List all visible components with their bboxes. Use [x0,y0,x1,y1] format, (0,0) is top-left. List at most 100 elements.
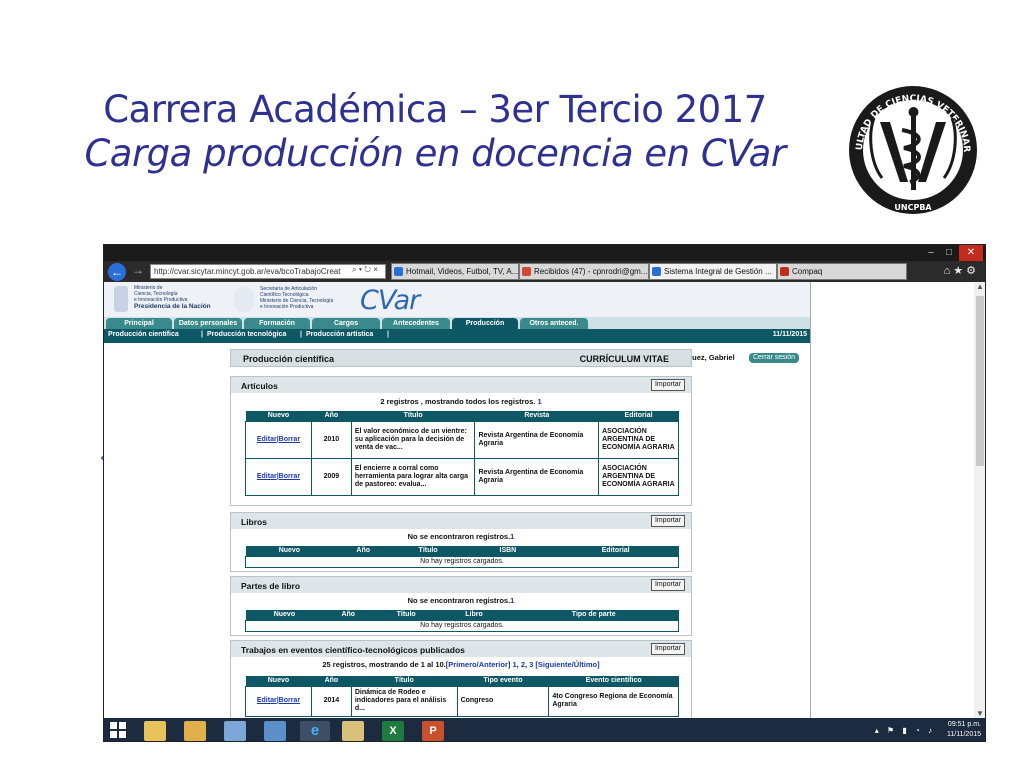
delete-link[interactable]: Borrar [279,697,300,704]
summary-text: No se encontraron registros. [407,532,511,541]
search-icon[interactable]: ⌕ ▾ ↻ × [352,265,378,275]
section-partes-de-libro: Partes de libro Importar No se encontrar… [230,576,692,636]
menu-tab-antecedentes[interactable]: Antecedentes [382,318,450,329]
submenu-separator: | [300,331,302,338]
table-row: Editar|Borrar 2014 Dinámica de Rodeo e i… [245,685,679,717]
pager-page-1[interactable]: 1 [512,660,516,669]
col-header-revista[interactable]: Revista [474,411,599,421]
col-header-ano[interactable]: Año [311,676,352,686]
pager-page-3[interactable]: 3 [529,660,533,669]
logout-button[interactable]: Cerrar sesión [749,353,800,363]
notes-icon[interactable] [224,721,246,741]
submenu-produccion-cientifica[interactable]: Producción científica [108,331,179,338]
menu-tab-otros-anteced[interactable]: Otros anteced. [520,318,588,329]
scroll-thumb[interactable] [976,296,984,466]
cvar-logo[interactable]: CVar [360,285,420,316]
col-header-nuevo[interactable]: Nuevo [245,411,312,421]
col-header-tipo-evento[interactable]: Tipo evento [457,676,549,686]
back-button[interactable]: ← [108,263,126,281]
col-header-tipo-de-parte[interactable]: Tipo de parte [508,610,679,620]
forward-button[interactable]: → [132,263,144,277]
delete-link[interactable]: Borrar [279,473,300,480]
windows-start-icon[interactable] [110,722,127,739]
cell-title: Dinámica de Rodeo e indicadores para el … [350,685,458,717]
col-header-editorial[interactable]: Editorial [552,546,679,556]
excel-icon[interactable]: X [382,721,404,741]
pager-first[interactable]: Primero [448,660,476,669]
page-link[interactable]: 1 [537,397,541,406]
cell-publisher: ASOCIACIÓN ARGENTINA DE ECONOMÍA AGRARIA [598,457,679,496]
scroll-down-icon[interactable]: ▼ [974,709,985,718]
col-header-titulo[interactable]: Título [373,610,440,620]
pager-last[interactable]: Último [574,660,597,669]
main-menu: Principal Datos personales Formación Car… [104,317,810,363]
menu-tab-datos-personales[interactable]: Datos personales [174,318,242,329]
col-header-titulo[interactable]: Título [351,676,458,686]
archive-icon[interactable] [342,721,364,741]
browser-window: – □ ✕ ← → http://cvar.sicytar.mincyt.gob… [103,244,986,742]
section-title: Artículos [241,381,278,391]
close-button[interactable]: ✕ [959,245,983,261]
table-row: No hay registros cargados. [245,555,679,568]
scroll-up-icon[interactable]: ▲ [974,282,985,291]
col-header-ano[interactable]: Año [311,411,352,421]
ie-icon[interactable]: e [300,721,330,741]
menu-tab-cargos[interactable]: Cargos [312,318,380,329]
cell-title: El valor económico de un vientre: su apl… [350,420,476,459]
home-star-gear-icons[interactable]: ⌂★⚙ [944,264,979,277]
browser-tab[interactable]: Compaq [777,263,907,280]
delete-link[interactable]: Borrar [279,436,300,443]
edit-link[interactable]: Editar [257,473,277,480]
taskbar-clock[interactable]: 09:51 p.m. 11/11/2015 [947,720,981,740]
pager-next[interactable]: Siguiente [538,660,572,669]
menu-tab-principal[interactable]: Principal [106,318,172,329]
system-tray-icons[interactable]: ▴ ⚑ ▮ ◔ ♪ [875,726,935,735]
menu-tab-formacion[interactable]: Formación [244,318,310,329]
submenu-produccion-tecnologica[interactable]: Producción tecnológica [207,331,286,338]
col-header-isbn[interactable]: ISBN [463,546,553,556]
tab-favicon [652,267,661,276]
pager-page-2[interactable]: 2 [521,660,525,669]
tab-label: Sistema Integral de Gestión ... [664,267,772,276]
logo-ring-bottom: UNCPBA [894,203,932,212]
powerpoint-icon[interactable]: P [422,721,444,741]
import-button[interactable]: Importar [651,379,685,391]
col-header-nuevo[interactable]: Nuevo [245,546,334,556]
maximize-button[interactable]: □ [941,245,957,261]
page-link[interactable]: 1 [510,596,514,605]
col-header-editorial[interactable]: Editorial [598,411,679,421]
remote-desktop-icon[interactable] [264,721,286,741]
col-header-ano[interactable]: Año [323,610,374,620]
submenu-produccion-artistica[interactable]: Producción artística [306,331,373,338]
browser-tab-active[interactable]: Sistema Integral de Gestión ... [649,263,777,280]
page-link[interactable]: 1 [510,532,514,541]
edit-link[interactable]: Editar [257,697,277,704]
pager-prev[interactable]: Anterior [479,660,508,669]
import-button[interactable]: Importar [651,515,685,527]
col-header-nuevo[interactable]: Nuevo [245,676,312,686]
edit-link[interactable]: Editar [257,436,277,443]
folder-icon[interactable] [184,721,206,741]
col-header-ano[interactable]: Año [333,546,394,556]
browser-tab[interactable]: Recibidos (47) - cpnrodri@gm... [519,263,649,280]
minimize-button[interactable]: – [923,245,939,261]
col-header-titulo[interactable]: Título [351,411,475,421]
col-header-evento-cientifico[interactable]: Evento científico [548,676,679,686]
browser-tab[interactable]: Hotmail, Videos, Futbol, TV, A... [391,263,519,280]
file-explorer-icon[interactable] [144,721,166,741]
col-header-titulo[interactable]: Título [393,546,463,556]
col-header-libro[interactable]: Libro [439,610,509,620]
menu-tab-produccion[interactable]: Producción [452,318,518,329]
ministry-block: Ministerio de Ciencia, Tecnología e Inno… [134,285,211,310]
import-button[interactable]: Importar [651,643,685,655]
import-button[interactable]: Importar [651,579,685,591]
section-bar: Partes de libro Importar [231,577,691,593]
vertical-scrollbar[interactable]: ▲ ▼ [974,282,985,718]
col-header-nuevo[interactable]: Nuevo [245,610,324,620]
tab-label: Recibidos (47) - cpnrodri@gm... [534,267,648,276]
address-bar[interactable]: http://cvar.sicytar.mincyt.gob.ar/eva/bc… [150,264,386,279]
window-titlebar: – □ ✕ [104,245,985,261]
articulos-table: Nuevo Año Título Revista Editorial Edita… [245,411,679,496]
panel-cv-label: CURRÍCULUM VITAE [579,354,669,364]
partes-table: Nuevo Año Título Libro Tipo de parte No … [245,610,679,632]
